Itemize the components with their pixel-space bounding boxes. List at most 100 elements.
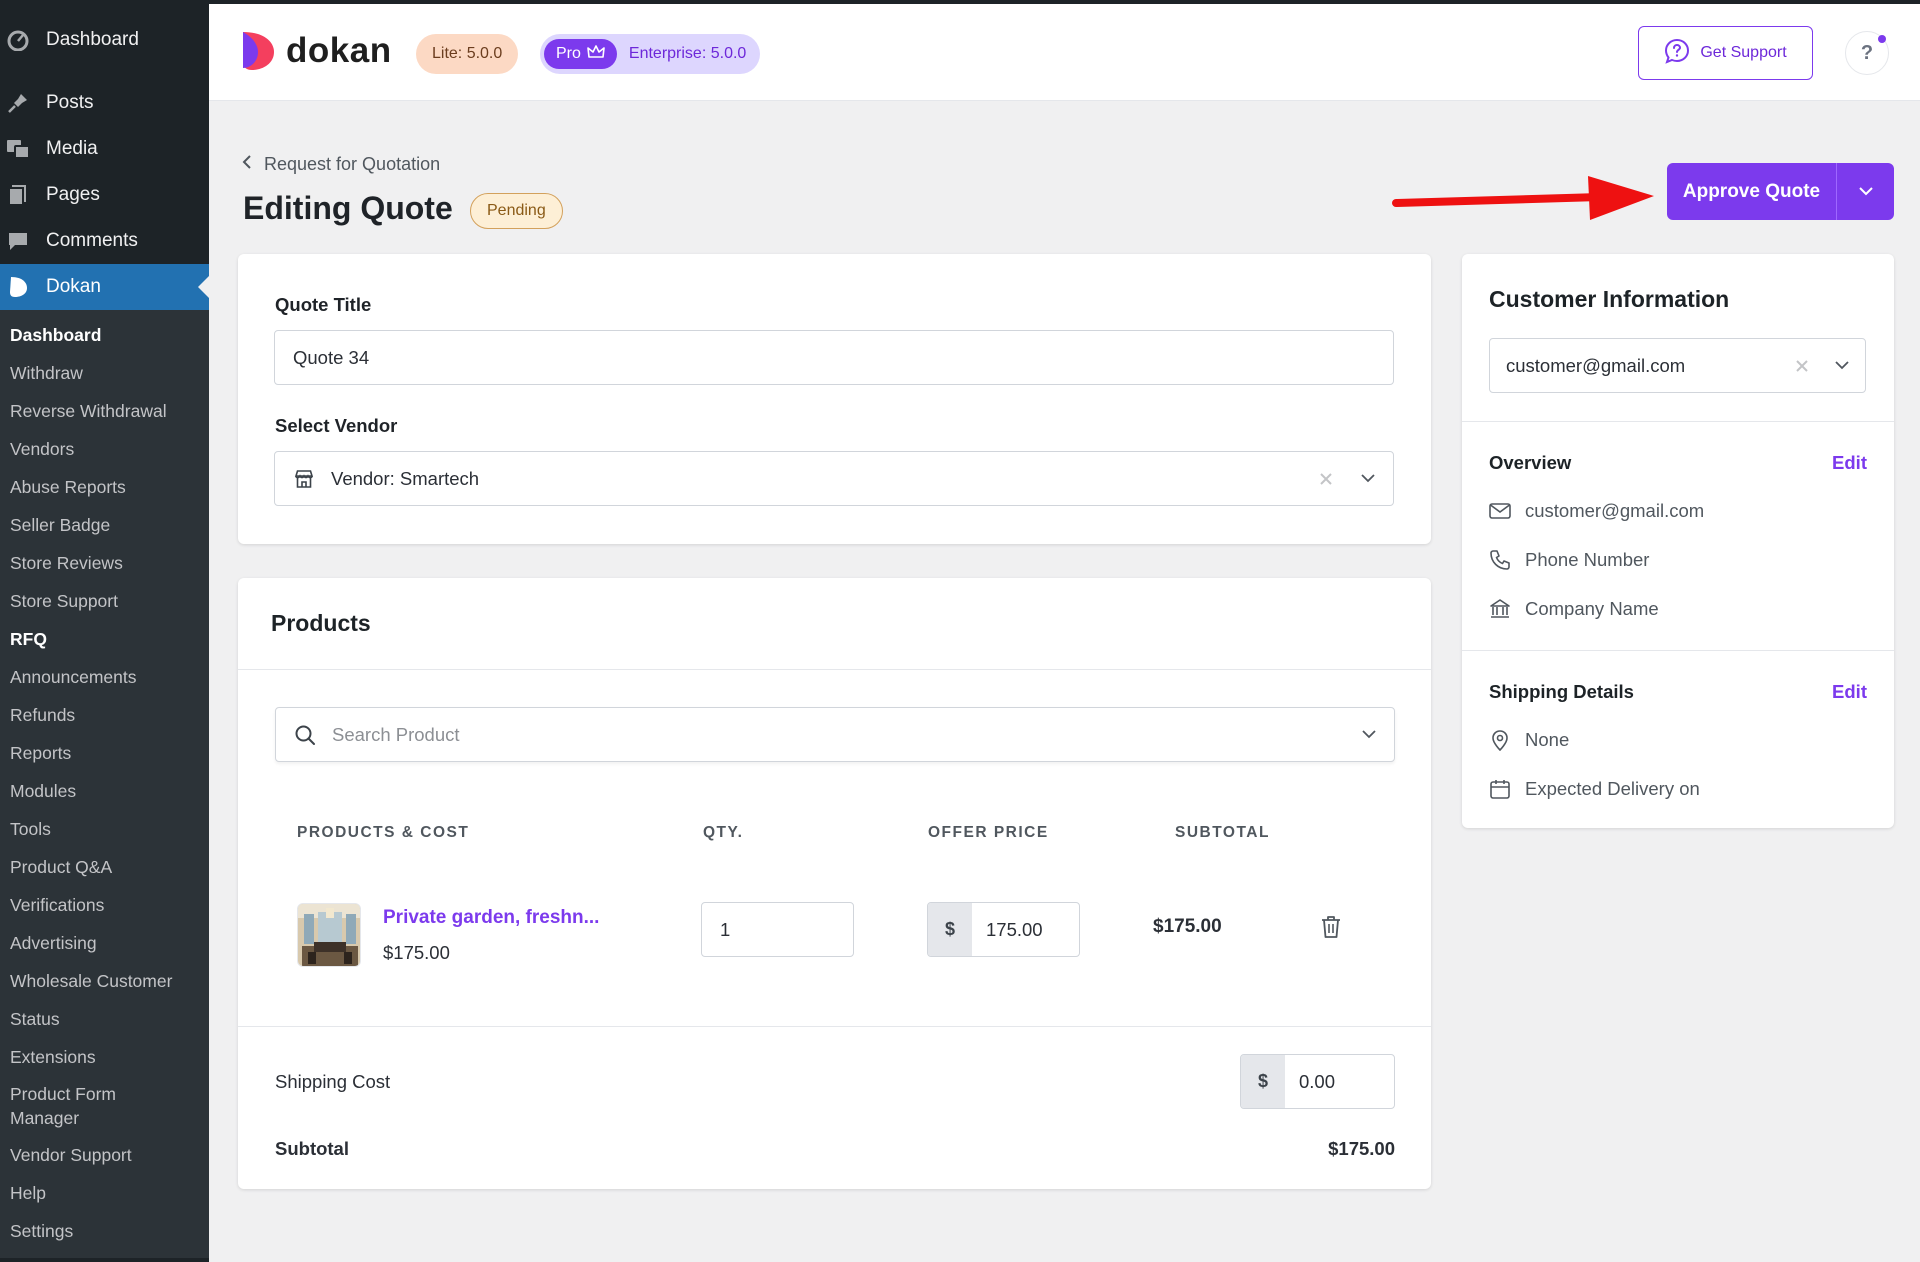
vendor-value: Vendor: Smartech: [331, 467, 480, 489]
page-title: Editing Quote: [243, 190, 453, 226]
submenu-store-support[interactable]: Store Support: [0, 582, 209, 620]
submenu-wholesale-customer[interactable]: Wholesale Customer: [0, 962, 209, 1000]
menu-comments[interactable]: Comments: [0, 218, 209, 264]
delivery-value: Expected Delivery on: [1525, 778, 1700, 799]
submenu-store-reviews[interactable]: Store Reviews: [0, 544, 209, 582]
submenu-reverse-withdrawal[interactable]: Reverse Withdrawal: [0, 392, 209, 430]
chevron-down-icon: [1858, 187, 1873, 196]
email-value: customer@gmail.com: [1525, 500, 1705, 521]
menu-dokan[interactable]: Dokan: [0, 264, 209, 310]
subtotal-label: Subtotal: [275, 1138, 349, 1159]
submenu-product-form-manager[interactable]: Product Form Manager: [0, 1076, 180, 1136]
submenu-abuse-reports[interactable]: Abuse Reports: [0, 468, 209, 506]
chevron-down-icon[interactable]: [1361, 474, 1375, 483]
edit-overview-link[interactable]: Edit: [1832, 452, 1867, 474]
dokan-logo-icon: [240, 30, 276, 72]
submenu-refunds[interactable]: Refunds: [0, 696, 209, 734]
approve-quote-button[interactable]: Approve Quote: [1667, 163, 1837, 220]
help-button[interactable]: ?: [1845, 31, 1889, 75]
quote-details-card: Quote Title Quote 34 Select Vendor Vendo…: [238, 254, 1431, 544]
customer-email: customer@gmail.com: [1489, 500, 1704, 522]
submenu-status[interactable]: Status: [0, 1000, 209, 1038]
status-badge: Pending: [470, 193, 563, 229]
dokan-submenu: Dashboard Withdraw Reverse Withdrawal Ve…: [0, 310, 209, 1258]
submenu-help[interactable]: Help: [0, 1174, 209, 1212]
shipping-cost-input[interactable]: $ 0.00: [1240, 1054, 1395, 1109]
trash-icon[interactable]: [1321, 915, 1341, 944]
submenu-dashboard[interactable]: Dashboard: [0, 316, 209, 354]
crown-icon: [587, 44, 605, 64]
logo-text: dokan: [286, 31, 392, 70]
product-name-link[interactable]: Private garden, freshn...: [383, 907, 599, 929]
column-header-subtotal: SUBTOTAL: [1175, 824, 1270, 841]
menu-label: Posts: [46, 92, 94, 113]
chevron-down-icon[interactable]: [1362, 730, 1376, 739]
submenu-announcements[interactable]: Announcements: [0, 658, 209, 696]
mail-icon: [1489, 503, 1511, 519]
approve-options-button[interactable]: [1837, 163, 1894, 220]
get-support-button[interactable]: Get Support: [1638, 26, 1813, 80]
phone-value: Phone Number: [1525, 549, 1650, 570]
shipping-address: None: [1489, 729, 1569, 751]
dokan-logo[interactable]: dokan: [240, 30, 392, 72]
search-product-input[interactable]: Search Product: [275, 707, 1395, 762]
submenu-vendors[interactable]: Vendors: [0, 430, 209, 468]
location-pin-icon: [1492, 730, 1508, 751]
row-subtotal: $175.00: [1153, 916, 1222, 937]
pages-icon: [6, 183, 30, 207]
clear-icon[interactable]: [1795, 359, 1809, 373]
submenu-verifications[interactable]: Verifications: [0, 886, 209, 924]
search-icon: [294, 724, 316, 746]
product-price: $175.00: [383, 942, 450, 963]
menu-media[interactable]: Media: [0, 126, 209, 172]
pro-version-badge: Pro Enterprise: 5.0.0: [540, 34, 761, 74]
customer-phone: Phone Number: [1489, 549, 1649, 571]
submenu-seller-badge[interactable]: Seller Badge: [0, 506, 209, 544]
enterprise-label: Enterprise: 5.0.0: [628, 45, 747, 62]
pin-icon: [6, 91, 30, 115]
submenu-extensions[interactable]: Extensions: [0, 1038, 209, 1076]
breadcrumb-label: Request for Quotation: [264, 154, 441, 174]
submenu-product-qa[interactable]: Product Q&A: [0, 848, 209, 886]
submenu-rfq[interactable]: RFQ: [0, 620, 209, 658]
expected-delivery: Expected Delivery on: [1489, 778, 1700, 800]
chevron-down-icon[interactable]: [1835, 361, 1849, 370]
clear-icon[interactable]: [1319, 472, 1333, 486]
chevron-left-icon: [242, 154, 252, 175]
menu-dashboard[interactable]: Dashboard: [0, 0, 209, 80]
submenu-settings[interactable]: Settings: [0, 1212, 209, 1250]
breadcrumb[interactable]: Request for Quotation: [242, 154, 440, 175]
submenu-tools[interactable]: Tools: [0, 810, 209, 848]
submenu-withdraw[interactable]: Withdraw: [0, 354, 209, 392]
offer-price-input[interactable]: $ 175.00: [927, 902, 1080, 957]
customer-information-card: Customer Information customer@gmail.com …: [1462, 254, 1894, 828]
quote-title-input[interactable]: Quote 34: [274, 330, 1394, 385]
divider: [238, 669, 1431, 670]
shipping-details-heading: Shipping Details: [1489, 681, 1634, 702]
menu-posts[interactable]: Posts: [0, 80, 209, 126]
dashboard-icon: [6, 28, 30, 52]
subtotal-value: $175.00: [1328, 1138, 1395, 1159]
customer-value: customer@gmail.com: [1506, 354, 1686, 376]
quantity-input[interactable]: 1: [701, 902, 854, 957]
submenu-vendor-support[interactable]: Vendor Support: [0, 1136, 209, 1174]
submenu-modules[interactable]: Modules: [0, 772, 209, 810]
admin-menu: Dashboard Posts Media Pages Comments Dok…: [0, 0, 209, 310]
products-heading: Products: [271, 610, 371, 636]
customer-select[interactable]: customer@gmail.com: [1489, 338, 1866, 393]
menu-pages[interactable]: Pages: [0, 172, 209, 218]
submenu-advertising[interactable]: Advertising: [0, 924, 209, 962]
edit-shipping-link[interactable]: Edit: [1832, 681, 1867, 703]
menu-label: Dashboard: [46, 29, 139, 50]
help-icon: ?: [1860, 41, 1874, 64]
quote-title-label: Quote Title: [275, 294, 372, 315]
divider: [1462, 421, 1894, 422]
company-value: Company Name: [1525, 598, 1659, 619]
quote-title-value: Quote 34: [293, 346, 370, 368]
vendor-select[interactable]: Vendor: Smartech: [274, 451, 1394, 506]
customer-company: Company Name: [1489, 598, 1659, 620]
menu-label: Pages: [46, 184, 100, 205]
menu-label: Comments: [46, 230, 138, 251]
search-placeholder: Search Product: [332, 723, 460, 745]
submenu-reports[interactable]: Reports: [0, 734, 209, 772]
